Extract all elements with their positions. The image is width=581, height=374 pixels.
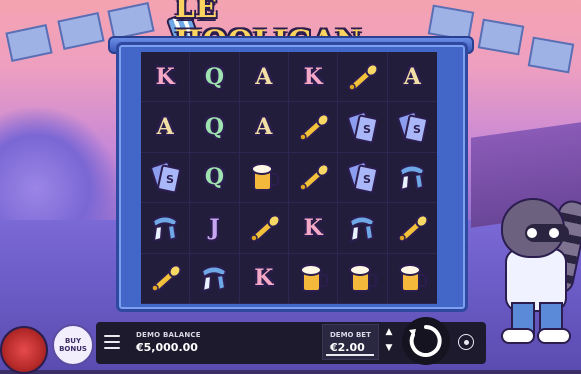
- buy-bonus-label: BUY BONUS: [59, 337, 87, 353]
- reel-cell: S: [338, 152, 388, 204]
- tickets-icon: S: [347, 111, 379, 144]
- raccoon-shoe: [537, 328, 571, 344]
- letter-symbol: A: [156, 114, 174, 141]
- letter-symbol: Q: [204, 164, 225, 191]
- raccoon-eye: [549, 228, 559, 238]
- reel-cell: [387, 203, 437, 254]
- letter-symbol: A: [403, 63, 421, 90]
- bet-underline: [326, 354, 374, 356]
- reel-cell: [190, 253, 240, 304]
- scarf-icon: [201, 265, 228, 293]
- flag: [477, 18, 525, 56]
- reel-cell: K: [239, 253, 289, 304]
- flag: [5, 23, 53, 63]
- horn-icon: [397, 214, 429, 243]
- flag: [107, 1, 155, 41]
- reel-grid: KQAKAAQASSSQSJKK: [141, 52, 437, 304]
- letter-symbol: Q: [204, 114, 225, 141]
- reel-cell: Q: [190, 152, 240, 204]
- raccoon-shoe: [501, 328, 535, 344]
- reel-cell: A: [239, 52, 289, 103]
- flag: [527, 36, 575, 74]
- reel-cell: [239, 203, 289, 254]
- scarf-icon: [151, 215, 179, 243]
- letter-symbol: Q: [204, 63, 225, 90]
- bet-value: €2.00: [330, 341, 365, 354]
- reel-cell: [239, 152, 289, 204]
- svg-text:S: S: [166, 173, 174, 186]
- raccoon-eye: [527, 228, 537, 238]
- horn-icon: [347, 63, 379, 91]
- reel-cell: A: [141, 102, 191, 153]
- reel-cell: [338, 203, 388, 254]
- autoplay-icon: [463, 339, 469, 345]
- raccoon-head: [501, 198, 569, 258]
- horn-icon: [298, 113, 330, 142]
- tickets-icon: S: [150, 161, 182, 194]
- reel-cell: Q: [190, 52, 240, 103]
- scarf-icon: [399, 164, 426, 192]
- reel-cell: S: [141, 152, 191, 204]
- cannon-icon: [0, 326, 48, 374]
- reel-cell: S: [387, 102, 437, 153]
- letter-symbol: A: [255, 63, 273, 90]
- reel-cell: [387, 153, 437, 204]
- reel-cell: A: [387, 52, 437, 103]
- balance-value: €5,000.00: [136, 341, 198, 354]
- letter-symbol: K: [254, 265, 274, 292]
- balance-label: DEMO BALANCE: [136, 331, 201, 339]
- reel-cell: [338, 253, 388, 304]
- flag: [57, 11, 105, 51]
- letter-symbol: A: [255, 114, 273, 141]
- reel-cell: J: [190, 203, 240, 254]
- reel-cell: [288, 253, 339, 304]
- tickets-icon: S: [347, 161, 379, 194]
- svg-text:S: S: [363, 173, 371, 186]
- reel-cell: [141, 253, 191, 304]
- spin-button[interactable]: [402, 317, 450, 365]
- bet-label: DEMO BET: [330, 331, 371, 339]
- chevron-down-icon[interactable]: ▼: [383, 342, 395, 354]
- reel-cell: K: [288, 203, 339, 254]
- reel-cell: S: [338, 102, 388, 153]
- reel-cell: K: [288, 52, 339, 103]
- horn-icon: [150, 264, 182, 293]
- beer-icon: [349, 264, 378, 293]
- chevron-up-icon[interactable]: ▲: [383, 326, 395, 338]
- hamburger-menu-icon[interactable]: [104, 335, 120, 349]
- svg-text:S: S: [363, 123, 371, 136]
- horn-icon: [249, 214, 281, 243]
- letter-symbol: J: [209, 214, 220, 241]
- letter-symbol: K: [303, 63, 323, 90]
- horn-icon: [298, 163, 330, 192]
- reel-cell: [141, 203, 191, 254]
- reel-cell: [387, 254, 437, 304]
- reel-cell: Q: [190, 102, 240, 153]
- reel-cell: A: [239, 102, 289, 153]
- autoplay-button[interactable]: [458, 334, 474, 350]
- scarf-icon: [349, 215, 376, 243]
- tickets-icon: S: [397, 111, 429, 144]
- reel-cell: [288, 152, 339, 204]
- reel-cell: [338, 52, 388, 103]
- buy-bonus-button[interactable]: BUY BONUS: [52, 324, 94, 366]
- letter-symbol: K: [303, 214, 323, 241]
- raccoon-mascot: [487, 190, 581, 344]
- spin-arrow-icon: [409, 325, 442, 357]
- svg-text:S: S: [413, 123, 421, 136]
- reel-cell: [288, 102, 339, 153]
- beer-icon: [300, 264, 329, 293]
- letter-symbol: K: [155, 63, 175, 90]
- beer-icon: [399, 264, 428, 293]
- reel-cell: K: [141, 52, 191, 103]
- beer-icon: [250, 163, 279, 192]
